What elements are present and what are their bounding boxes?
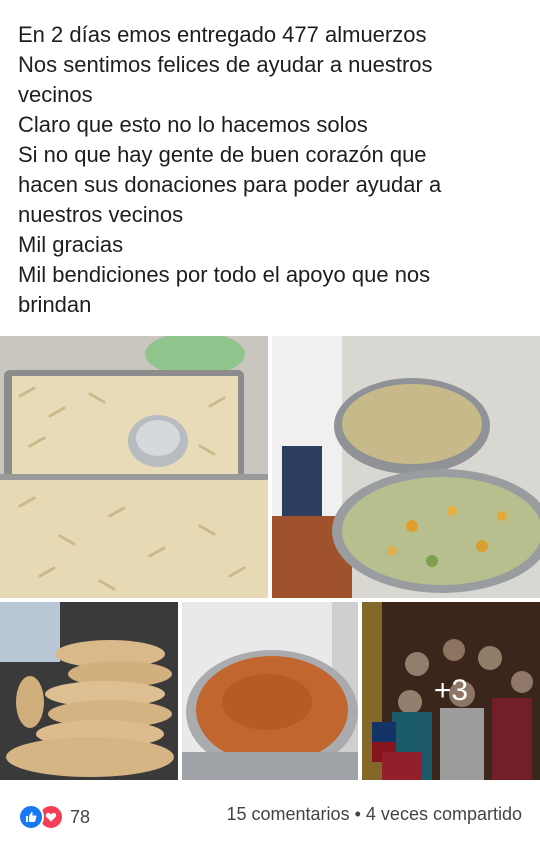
post-text-line: Nos sentimos felices de ayudar a nuestro…: [18, 52, 433, 77]
photo-soup-pots[interactable]: [272, 336, 540, 598]
photo-bread[interactable]: [0, 602, 178, 780]
post-text-line: En 2 días emos entregado 477 almuerzos: [18, 22, 427, 47]
post-stats: 15 comentarios • 4 veces compartido: [227, 804, 523, 825]
post-text-line: nuestros vecinos: [18, 202, 184, 227]
reaction-count: 78: [70, 806, 91, 827]
post-text-line: Mil bendiciones por todo el apoyo que no…: [18, 262, 431, 287]
post-text-line: vecinos: [18, 82, 93, 107]
comments-count-link[interactable]: 15 comentarios: [227, 804, 350, 824]
stats-separator: •: [354, 804, 361, 824]
post-footer: 78 15 comentarios • 4 veces compartido: [0, 800, 540, 832]
photo-volunteers[interactable]: +3: [362, 602, 540, 780]
post-text: En 2 días emos entregado 477 almuerzos N…: [18, 20, 528, 320]
post-text-line: Mil gracias: [18, 232, 124, 257]
like-icon: [18, 804, 44, 830]
post-text-line: Claro que esto no lo hacemos solos: [18, 112, 368, 137]
photo-pasta-trays[interactable]: [0, 336, 268, 598]
more-photos-count: +3: [433, 674, 469, 707]
post-text-line: hacen sus donaciones para poder ayudar a: [18, 172, 442, 197]
post-text-line: brindan: [18, 292, 92, 317]
photo-sauce-pot[interactable]: [182, 602, 358, 780]
post-text-line: Si no que hay gente de buen corazón que: [18, 142, 427, 167]
reactions-summary[interactable]: 78: [18, 804, 90, 830]
more-photos-overlay[interactable]: +3: [362, 602, 540, 780]
shares-count-link[interactable]: 4 veces compartido: [366, 804, 522, 824]
